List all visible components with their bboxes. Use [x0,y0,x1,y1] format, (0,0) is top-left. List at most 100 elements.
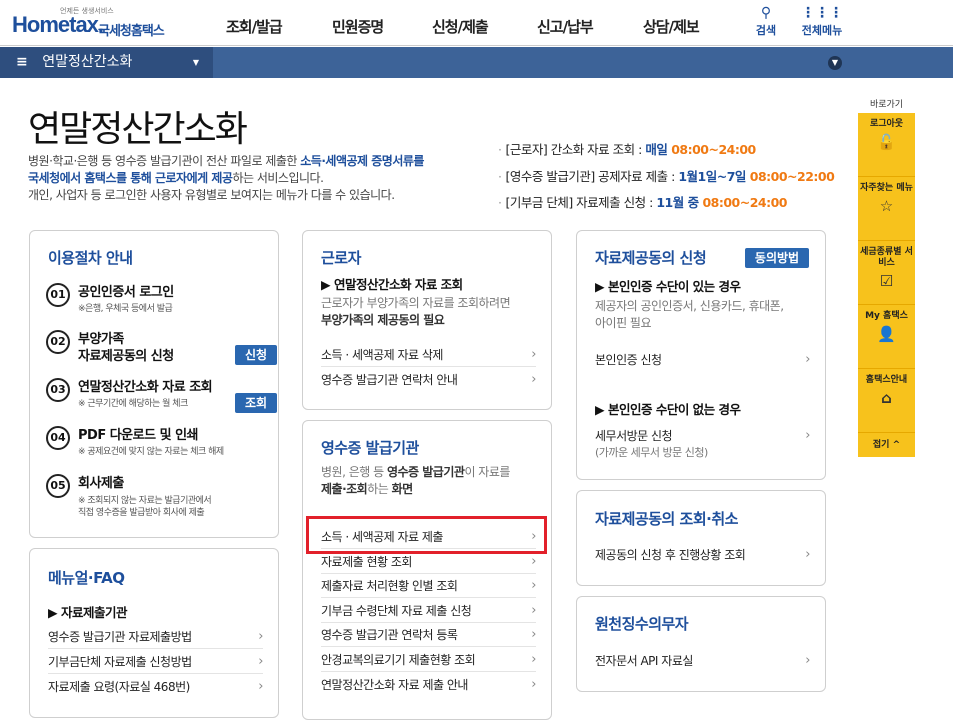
quick-favorites[interactable]: 자주찾는 메뉴 ☆ [858,177,915,241]
link-label: 기부금 수령단체 자료 제출 신청 [321,604,472,618]
link-label: 연말정산간소화 자료 제출 안내 [321,678,468,692]
quick-item-label: 홈택스안내 [865,375,908,385]
nav-certificates[interactable]: 민원증명 [332,16,384,37]
apply-button[interactable]: 신청 [235,345,277,365]
search-button[interactable]: ⚲ 검색 [744,4,788,38]
highlight-box [306,516,547,554]
hometax-logo[interactable]: 언제든 생생서비스 Hometax. 국세청홈택스 [12,6,172,42]
consent-cancel-link[interactable]: 제공동의 신청 후 진행상황 조회 › [595,543,810,567]
step-number: 04 [46,426,70,450]
quick-fold-button[interactable]: 접기 ^ [858,433,915,457]
chevron-right-icon: › [531,347,536,362]
manual-link-issuer[interactable]: 영수증 발급기관 자료제출방법 › [48,625,263,649]
desc-line3: 개인, 사업자 등 로그인한 사용자 유형별로 보여지는 메뉴가 다를 수 있습… [28,188,395,202]
step-note: ※ 근무기간에 해당하는 월 체크 [78,399,188,409]
schedule-donation: · [기부금 단체] 자료제출 신청 : 11월 중 08:00~24:00 [498,195,787,210]
worker-section: ▶ 연말정산간소화 자료 조회 [321,277,463,292]
inquiry-button[interactable]: 조회 [235,393,277,413]
link-label: 영수증 발급기관 자료제출방법 [48,630,192,644]
chevron-right-icon: › [258,679,263,694]
schedule-time: 08:00~24:00 [702,195,787,210]
issuer-note-f: 화면 [391,482,414,496]
step-note: ※은행, 우체국 등에서 발급 [78,304,173,314]
withholding-api-link[interactable]: 전자문서 API 자료실 › [595,649,810,673]
hamburger-icon: ≡ [16,54,28,70]
procedure-title: 이용절차 안내 [48,249,133,267]
schedule-time: 08:00~24:00 [671,142,756,157]
search-icon: ⚲ [760,5,772,21]
worker-link-contact[interactable]: 영수증 발급기관 연락처 안내 › [321,368,536,392]
desc-line2-bold: 국세청에서 홈택스를 통해 근로자에게 제공 [28,171,233,185]
page-title: 연말정산간소화 [28,109,248,150]
step-number: 01 [46,283,70,307]
schedule-issuer: · [영수증 발급기관] 공제자료 제출 : 1월1일~7일 08:00~22:0… [498,169,835,184]
quick-my-hometax[interactable]: My 홈택스 👤 [858,305,915,369]
consent-link-self-auth[interactable]: 본인인증 신청 › [595,348,810,372]
link-label: 자료제출 요령(자료실 468번) [48,680,190,694]
chevron-right-icon: › [805,352,810,367]
quick-hometax-guide[interactable]: 홈택스안내 ⌂ [858,369,915,433]
worker-link-delete[interactable]: 소득 · 세액공제 자료 삭제 › [321,343,536,367]
consent-section1: ▶ 본인인증 수단이 있는 경우 [595,279,741,294]
issuer-link-process[interactable]: 제출자료 처리현황 인별 조회 › [321,574,536,598]
chevron-right-icon: › [805,428,810,443]
worker-note-line1: 근로자가 부양가족의 자료를 조회하려면 [321,296,511,310]
logo-korean: 국세청홈택스 [98,24,165,39]
chevron-right-icon: › [258,654,263,669]
withholding-title: 원천징수의무자 [595,615,689,633]
nav-inquiry-issue[interactable]: 조회/발급 [226,16,283,37]
issuer-link-contact[interactable]: 영수증 발급기관 연락처 등록 › [321,623,536,647]
grid-icon: ⋮⋮⋮ [801,5,843,21]
worker-note: 근로자가 부양가족의 자료를 조회하려면부양가족의 제공동의 필요 [321,295,511,329]
schedule-time: 08:00~22:00 [749,169,835,184]
worker-panel: 근로자 ▶ 연말정산간소화 자료 조회 근로자가 부양가족의 자료를 조회하려면… [302,230,552,410]
consent-visit-note: (가까운 세무서 방문 신청) [595,446,708,459]
issuer-title: 영수증 발급기관 [321,439,419,457]
issuer-link-guide[interactable]: 연말정산간소화 자료 제출 안내 › [321,673,536,697]
sub-menu-dropdown[interactable]: ≡ 연말정산간소화 ▼ [0,47,213,78]
nav-consult-report[interactable]: 상담/제보 [643,16,700,37]
worker-note-line2: 부양가족의 제공동의 필요 [321,313,445,327]
link-label: 자료제출 현황 조회 [321,555,412,569]
all-menu-button[interactable]: ⋮⋮⋮ 전체메뉴 [800,4,844,38]
star-icon: ☆ [879,197,894,215]
link-label: 소득 · 세액공제 자료 삭제 [321,348,443,362]
consent-method-button[interactable]: 동의방법 [745,248,809,268]
chevron-right-icon: › [258,629,263,644]
link-label: 안경교복의료기기 제출현황 조회 [321,653,476,667]
step-note-line2: 직접 영수증을 발급받아 회사에 제출 [78,508,205,518]
quick-logout[interactable]: 로그아웃 🔓 [858,113,915,177]
issuer-note-c: 이 자료를 [464,465,510,479]
nav-report-pay[interactable]: 신고/납부 [537,16,594,37]
schedule-label: [근로자] 간소화 자료 조회 : [505,142,646,157]
link-label: 본인인증 신청 [595,353,662,367]
step-number: 03 [46,378,70,402]
step-title: 부양가족 [78,332,124,347]
quick-menu-label: 바로가기 [869,100,904,110]
manual-link-guide[interactable]: 자료제출 요령(자료실 468번) › [48,675,263,699]
issuer-note-e: 하는 [367,482,392,496]
step-title: PDF 다운로드 및 인쇄 [78,428,199,443]
quick-item-label: 세금종류별 서비스 [860,247,913,268]
issuer-link-glasses[interactable]: 안경교복의료기기 제출현황 조회 › [321,648,536,672]
issuer-link-donation[interactable]: 기부금 수령단체 자료 제출 신청 › [321,599,536,623]
link-label: 제출자료 처리현황 인별 조회 [321,579,458,593]
schedule-label: [기부금 단체] 자료제출 신청 : [505,195,657,210]
manual-link-donation[interactable]: 기부금단체 자료제출 신청방법 › [48,650,263,674]
chevron-right-icon: › [805,547,810,562]
chevron-right-icon: › [531,578,536,593]
chevron-right-icon: › [531,372,536,387]
expand-icon[interactable]: ▼ [828,56,842,70]
nav-apply-submit[interactable]: 신청/제출 [432,16,489,37]
issuer-note: 병원, 은행 등 영수증 발급기관이 자료를 제출·조회하는 화면 [321,464,510,498]
chevron-right-icon: › [531,627,536,642]
schedule-worker: · [근로자] 간소화 자료 조회 : 매일 08:00~24:00 [498,142,756,157]
home-icon: ⌂ [881,389,892,407]
link-label: 기부금단체 자료제출 신청방법 [48,655,192,669]
quick-item-label: My 홈택스 [865,311,908,321]
all-menu-label: 전체메뉴 [801,24,843,37]
worker-title: 근로자 [321,249,361,267]
chevron-right-icon: › [531,652,536,667]
withholding-panel: 원천징수의무자 전자문서 API 자료실 › [576,596,826,692]
quick-tax-services[interactable]: 세금종류별 서비스 ☑ [858,241,915,305]
